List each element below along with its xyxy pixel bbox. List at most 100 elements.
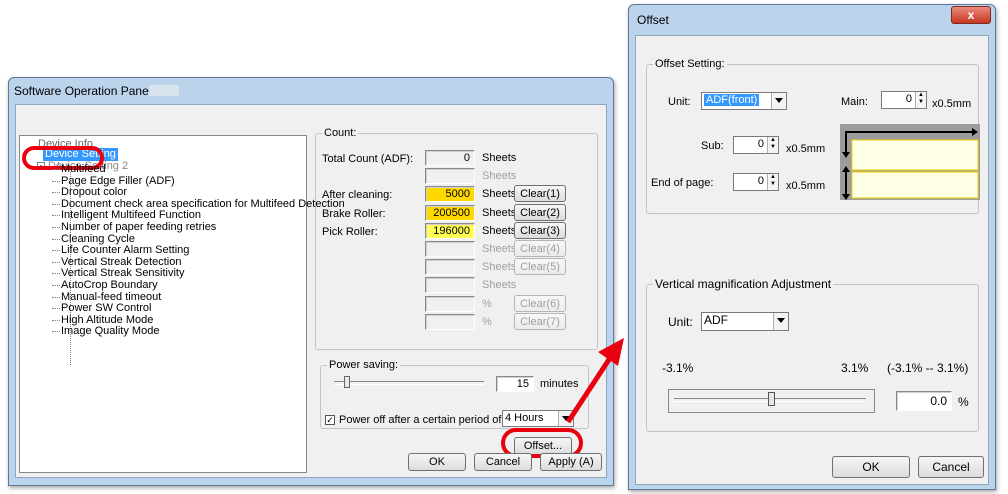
tree-item[interactable]: Number of paper feeding retries bbox=[61, 221, 216, 233]
tree-connector bbox=[52, 331, 60, 333]
tree-connector bbox=[52, 215, 60, 217]
page-upper bbox=[851, 139, 979, 171]
offset-dialog: Offset x Offset Setting: Unit: ADF(front… bbox=[628, 4, 996, 490]
count-row-value bbox=[425, 241, 475, 257]
vertical-pct-label: % bbox=[958, 395, 969, 409]
count-row-unit: % bbox=[482, 315, 492, 328]
sub-value: 0 bbox=[757, 138, 764, 150]
offset-dialog-title: Offset bbox=[637, 13, 669, 27]
offset-unit-select[interactable]: ADF(front) bbox=[701, 92, 787, 110]
tree-item[interactable]: Vertical Streak Detection bbox=[61, 256, 181, 268]
count-row-unit: Sheets bbox=[482, 261, 517, 274]
vertical-slider-thumb[interactable] bbox=[768, 392, 775, 406]
count-row-unit: Sheets bbox=[482, 188, 517, 201]
power-off-hours-value: 4 Hours bbox=[505, 412, 544, 424]
count-row-label: Total Count (ADF): bbox=[322, 153, 414, 165]
tree-connector bbox=[52, 180, 60, 182]
tree-connector bbox=[52, 238, 60, 240]
clear-button[interactable]: Clear(2) bbox=[514, 203, 566, 221]
cancel-button[interactable]: Cancel bbox=[474, 453, 532, 471]
clear-button[interactable]: Clear(7) bbox=[514, 312, 566, 330]
end-of-page-value: 0 bbox=[757, 175, 764, 187]
tree-item[interactable]: Vertical Streak Sensitivity bbox=[61, 267, 185, 279]
clear-button[interactable]: Clear(1) bbox=[514, 185, 566, 203]
count-row-value bbox=[425, 277, 475, 294]
offset-unit-value: ADF(front) bbox=[704, 94, 760, 106]
close-icon: x bbox=[967, 8, 975, 22]
clear-button[interactable]: Clear(3) bbox=[514, 221, 566, 239]
vertical-unit-value: ADF bbox=[704, 313, 728, 327]
power-slider-track[interactable] bbox=[334, 381, 484, 385]
count-row-value bbox=[425, 313, 475, 330]
updown-icon[interactable]: ▲ ▼ bbox=[767, 137, 778, 153]
sub-spin[interactable]: 0 ▲ ▼ bbox=[733, 136, 779, 154]
count-row-unit: Sheets bbox=[482, 206, 517, 219]
count-row-value: 200500 bbox=[425, 204, 475, 221]
count-row-unit: Sheets bbox=[482, 170, 517, 183]
clear-button[interactable]: Clear(5) bbox=[514, 258, 566, 276]
count-row-unit: Sheets bbox=[482, 224, 517, 237]
tree-item[interactable]: Image Quality Mode bbox=[61, 325, 159, 337]
vertical-unit-select[interactable]: ADF bbox=[701, 312, 789, 331]
arrow-head bbox=[598, 338, 624, 366]
end-of-page-spin[interactable]: 0 ▲ ▼ bbox=[733, 173, 779, 191]
chevron-down-icon[interactable] bbox=[773, 313, 788, 330]
power-off-checkbox[interactable]: ✓ bbox=[325, 415, 335, 425]
updown-icon[interactable]: ▲ ▼ bbox=[767, 174, 778, 190]
end-of-page-label: End of page: bbox=[651, 177, 714, 189]
tree-connector bbox=[52, 285, 60, 286]
offset-setting-title: Offset Setting: bbox=[653, 57, 727, 71]
pointer-arrow bbox=[565, 338, 624, 424]
offset-diagram bbox=[840, 124, 980, 200]
tree-connector bbox=[52, 169, 60, 170]
tree-connector bbox=[52, 203, 60, 205]
tree-item[interactable]: Power SW Control bbox=[61, 302, 151, 314]
chevron-down-icon[interactable] bbox=[771, 93, 786, 109]
window-title: Software Operation Panel fi- bbox=[14, 84, 165, 98]
arrow-shaft bbox=[565, 356, 613, 424]
offset-unit-label: Unit: bbox=[668, 96, 691, 108]
count-row-value bbox=[425, 168, 475, 185]
tree-item[interactable]: Document check area specification for Mu… bbox=[61, 198, 345, 210]
count-row-label: Pick Roller: bbox=[322, 225, 378, 238]
count-row-value bbox=[425, 295, 475, 312]
apply-button[interactable]: Apply (A) bbox=[540, 453, 602, 471]
tree-connector bbox=[52, 296, 60, 298]
tree-connector bbox=[52, 261, 60, 263]
tree-item[interactable]: Page Edge Filler (ADF) bbox=[61, 175, 175, 187]
tree-item[interactable]: AutoCrop Boundary bbox=[61, 279, 158, 291]
clear-button[interactable]: Clear(6) bbox=[514, 294, 566, 312]
vertical-value-field[interactable]: 0.0 bbox=[896, 391, 952, 411]
vertical-min-label: -3.1% bbox=[662, 361, 694, 375]
offset-cancel-button[interactable]: Cancel bbox=[918, 456, 984, 478]
close-button[interactable]: x bbox=[951, 6, 991, 24]
tree-item[interactable]: Manual-feed timeout bbox=[61, 291, 161, 303]
tree-item[interactable]: Life Counter Alarm Setting bbox=[61, 244, 189, 256]
ok-button[interactable]: OK bbox=[408, 453, 466, 471]
sub-label: Sub: bbox=[701, 140, 724, 152]
sub-unit: x0.5mm bbox=[786, 143, 826, 155]
power-slider-thumb[interactable] bbox=[344, 376, 350, 388]
offset-ok-button[interactable]: OK bbox=[832, 456, 910, 478]
tree-item[interactable]: Dropout color bbox=[61, 186, 127, 198]
tree-connector bbox=[52, 192, 60, 194]
tree-item[interactable]: Multifeed bbox=[61, 163, 106, 175]
count-row-value: 0 bbox=[425, 150, 475, 166]
main-spin[interactable]: 0 ▲ ▼ bbox=[881, 91, 927, 109]
power-saving-minutes[interactable]: 15 bbox=[496, 376, 534, 392]
count-row-value: 5000 bbox=[425, 186, 475, 203]
page-lower bbox=[851, 171, 979, 199]
clear-button[interactable]: Clear(4) bbox=[514, 240, 566, 257]
main-value: 0 bbox=[905, 93, 912, 105]
updown-icon[interactable]: ▲ ▼ bbox=[915, 92, 926, 108]
end-of-page-unit: x0.5mm bbox=[786, 180, 826, 192]
power-off-label: Power off after a certain period of time bbox=[339, 414, 526, 426]
tree-item[interactable]: Intelligent Multifeed Function bbox=[61, 209, 201, 221]
tree-connector bbox=[52, 227, 60, 228]
count-group-title: Count: bbox=[322, 126, 359, 140]
tree-connector bbox=[52, 308, 60, 310]
tree-item[interactable]: High Altitude Mode bbox=[61, 314, 153, 326]
tree-item[interactable]: Cleaning Cycle bbox=[61, 233, 135, 245]
main-unit: x0.5mm bbox=[932, 98, 972, 110]
count-row-value: 196000 bbox=[425, 222, 475, 239]
